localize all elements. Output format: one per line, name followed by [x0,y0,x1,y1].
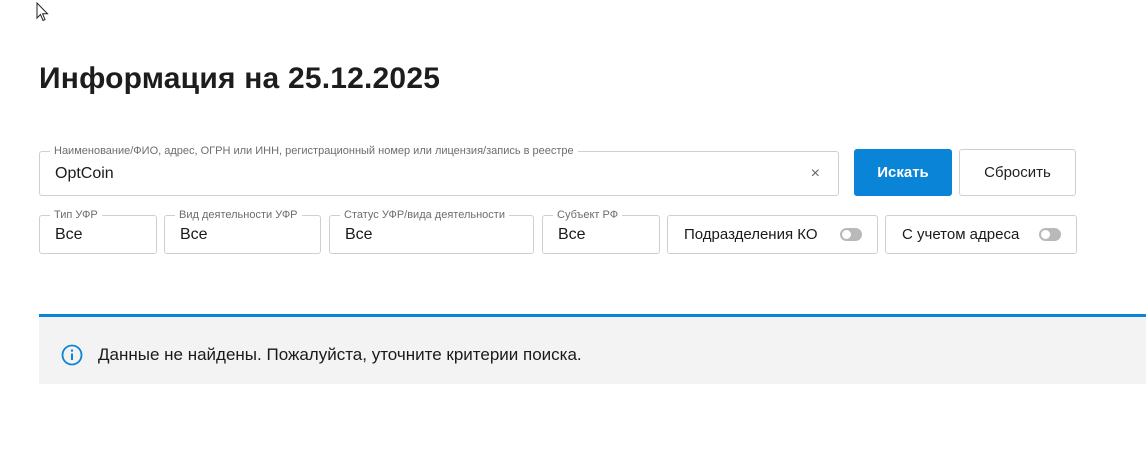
filter-label: Статус УФР/вида деятельности [340,208,509,222]
close-icon[interactable]: × [811,165,820,183]
mouse-pointer-icon [36,2,49,22]
search-input-value[interactable]: OptCoin [55,165,114,183]
toggle-ko-divisions[interactable]: Подразделения КО [667,215,878,254]
toggle-switch[interactable] [840,228,862,241]
info-circle-icon [61,344,83,366]
toggle-with-address[interactable]: С учетом адреса [885,215,1077,254]
toggle-knob [842,230,851,239]
filter-status[interactable]: Статус УФР/вида деятельности Все [329,208,534,254]
filter-region[interactable]: Субъект РФ Все [542,208,660,254]
search-input-label: Наименование/ФИО, адрес, ОГРН или ИНН, р… [50,144,578,158]
filter-label: Субъект РФ [553,208,623,222]
toggle-knob [1041,230,1050,239]
filter-value[interactable]: Все [558,226,586,244]
filter-label: Вид деятельности УФР [175,208,302,222]
filter-value[interactable]: Все [55,226,83,244]
no-results-notice: Данные не найдены. Пожалуйста, уточните … [39,314,1146,384]
search-button[interactable]: Искать [854,149,952,196]
reset-button[interactable]: Сбросить [959,149,1076,196]
toggle-switch[interactable] [1039,228,1061,241]
filter-activity-type[interactable]: Вид деятельности УФР Все [164,208,321,254]
toggle-label: Подразделения КО [684,226,818,243]
filter-value[interactable]: Все [345,226,373,244]
filter-label: Тип УФР [50,208,102,222]
search-input[interactable]: Наименование/ФИО, адрес, ОГРН или ИНН, р… [39,144,839,196]
toggle-label: С учетом адреса [902,226,1020,243]
notice-message: Данные не найдены. Пожалуйста, уточните … [98,345,582,364]
filter-ufr-type[interactable]: Тип УФР Все [39,208,157,254]
page-title: Информация на 25.12.2025 [39,62,441,95]
filter-value[interactable]: Все [180,226,208,244]
